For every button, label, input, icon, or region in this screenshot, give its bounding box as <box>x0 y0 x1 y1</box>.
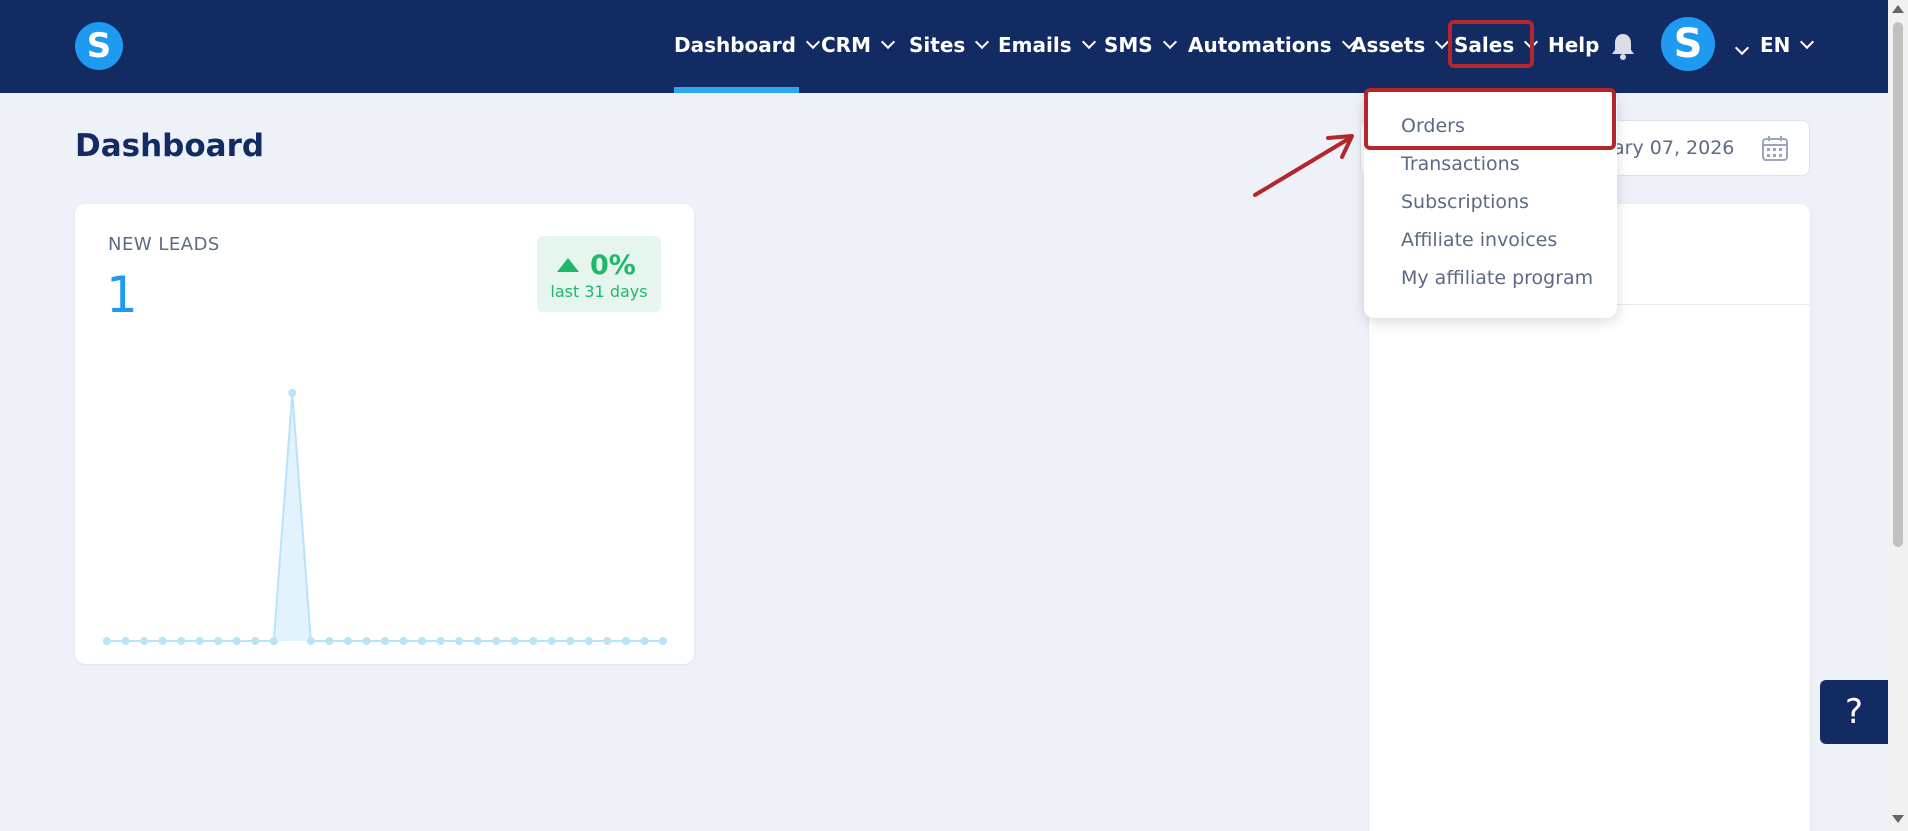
new-leads-label: NEW LEADS <box>108 234 220 255</box>
nav-automations[interactable]: Automations <box>1188 30 1356 60</box>
menu-item-my-affiliate-program[interactable]: My affiliate program <box>1401 267 1593 289</box>
data-point <box>547 637 556 645</box>
series-area <box>107 393 663 641</box>
date-range-value: uary 07, 2026 <box>1601 137 1735 159</box>
scroll-down-arrow-icon[interactable] <box>1892 815 1904 823</box>
data-point <box>399 637 408 645</box>
data-point <box>621 637 630 645</box>
nav-emails-label: Emails <box>998 33 1072 57</box>
data-point <box>381 637 389 645</box>
data-point <box>177 637 186 645</box>
data-point <box>306 637 315 645</box>
data-point <box>214 637 223 645</box>
page-title: Dashboard <box>75 128 265 164</box>
data-point <box>492 637 501 645</box>
language-label: EN <box>1760 33 1791 57</box>
data-point <box>343 637 352 645</box>
data-point <box>195 637 204 645</box>
data-point <box>418 637 427 645</box>
calendar-icon <box>1762 136 1788 161</box>
data-point <box>158 637 167 645</box>
data-point <box>140 637 149 645</box>
chevron-down-icon <box>1081 34 1096 50</box>
change-badge: 0% last 31 days <box>537 236 661 312</box>
top-navbar: S Dashboard CRM Sites Emails SMS Automat… <box>0 0 1908 93</box>
data-point <box>566 637 575 645</box>
nav-sms[interactable]: SMS <box>1104 30 1177 60</box>
data-point <box>436 637 445 645</box>
nav-assets-label: Assets <box>1351 33 1426 57</box>
orders-highlight-box <box>1364 88 1616 150</box>
avatar-menu-toggle[interactable] <box>1725 36 1750 66</box>
data-point <box>473 637 482 645</box>
menu-item-affiliate-invoices[interactable]: Affiliate invoices <box>1401 229 1557 251</box>
data-point <box>251 637 260 645</box>
nav-crm[interactable]: CRM <box>821 30 896 60</box>
data-point <box>529 637 538 645</box>
data-point <box>640 637 649 645</box>
new-leads-card: NEW LEADS 1 0% last 31 days Dec 08Dec 10… <box>75 204 694 664</box>
data-point <box>455 637 464 645</box>
nav-emails[interactable]: Emails <box>998 30 1096 60</box>
chevron-down-icon <box>880 34 896 50</box>
data-point <box>232 637 241 645</box>
sales-highlight-box <box>1448 20 1534 68</box>
nav-sites-label: Sites <box>909 33 966 57</box>
new-leads-value: 1 <box>106 266 138 324</box>
nav-automations-label: Automations <box>1188 33 1332 57</box>
nav-assets[interactable]: Assets <box>1351 30 1450 60</box>
nav-crm-label: CRM <box>821 33 871 57</box>
scroll-up-arrow-icon[interactable] <box>1892 5 1904 13</box>
data-point <box>510 637 519 645</box>
data-point <box>603 637 612 645</box>
menu-item-subscriptions[interactable]: Subscriptions <box>1401 191 1529 213</box>
data-point <box>121 637 130 645</box>
language-selector[interactable]: EN <box>1760 30 1815 60</box>
user-avatar[interactable]: S <box>1661 17 1715 71</box>
new-leads-chart: Dec 08Dec 10Dec 12Dec 14Dec 16Dec 18Dec … <box>103 389 667 645</box>
chevron-down-icon <box>1734 40 1750 56</box>
active-tab-indicator <box>674 87 799 93</box>
nav-sms-label: SMS <box>1104 33 1153 57</box>
annotation-arrow <box>1253 134 1354 197</box>
change-period: last 31 days <box>550 282 648 301</box>
trend-up-icon <box>557 258 579 272</box>
scrollbar-thumb[interactable] <box>1893 22 1903 547</box>
data-point <box>659 637 667 645</box>
chevron-down-icon <box>805 34 821 50</box>
help-button[interactable]: ? <box>1820 680 1888 744</box>
data-point <box>325 637 334 645</box>
menu-item-transactions[interactable]: Transactions <box>1401 153 1520 175</box>
series-line <box>107 392 663 642</box>
nav-help[interactable]: Help <box>1548 30 1599 60</box>
data-point <box>362 637 371 645</box>
chevron-down-icon <box>1162 34 1177 50</box>
bell-icon[interactable] <box>1610 32 1636 60</box>
data-point <box>584 637 593 645</box>
nav-sites[interactable]: Sites <box>909 30 990 60</box>
change-percent: 0% <box>590 250 636 281</box>
data-point <box>269 637 278 645</box>
data-point <box>103 637 111 645</box>
chevron-down-icon <box>1800 34 1815 50</box>
data-point <box>288 389 297 397</box>
app-logo[interactable]: S <box>75 22 123 70</box>
nav-dashboard[interactable]: Dashboard <box>674 30 821 60</box>
nav-dashboard-label: Dashboard <box>674 33 796 57</box>
page-scrollbar[interactable] <box>1888 0 1908 831</box>
nav-help-label: Help <box>1548 33 1600 57</box>
chevron-down-icon <box>975 34 990 50</box>
